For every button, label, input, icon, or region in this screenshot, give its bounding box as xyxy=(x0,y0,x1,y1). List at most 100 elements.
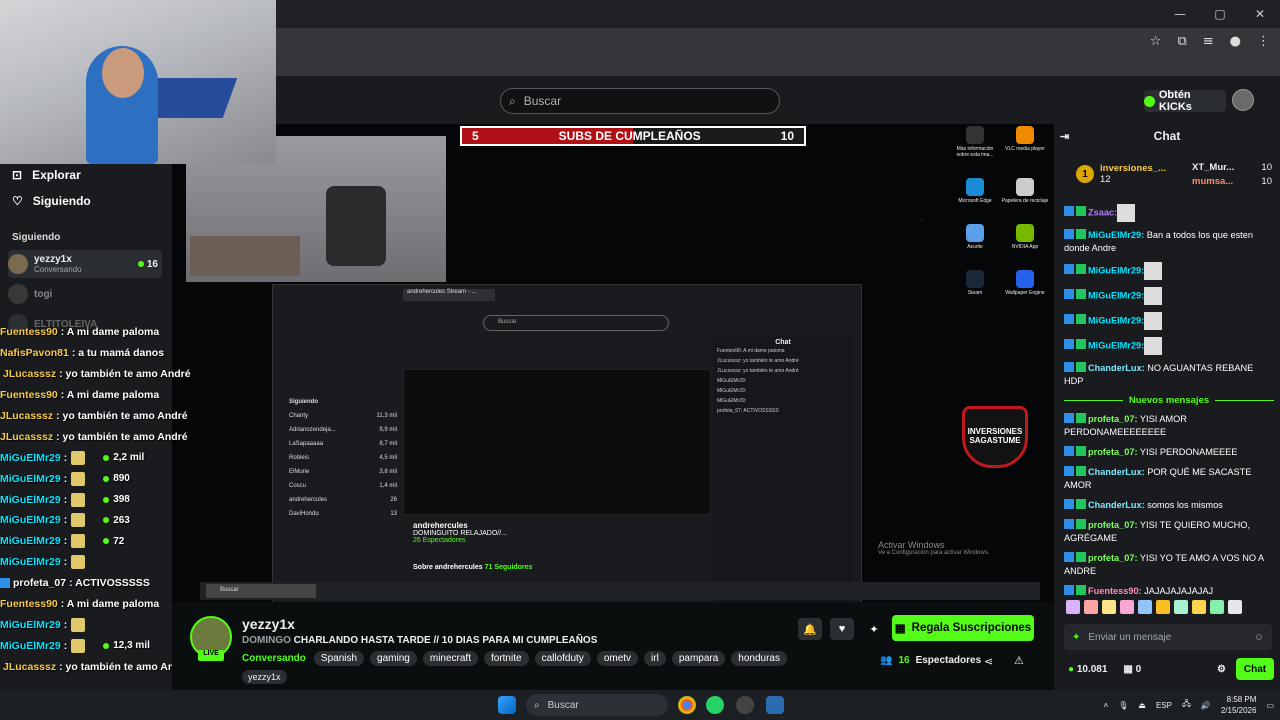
close-button[interactable]: ✕ xyxy=(1240,0,1280,28)
volume-icon[interactable]: 🔊 xyxy=(1201,701,1211,710)
chat-username[interactable]: ChanderLux: xyxy=(1088,467,1145,477)
category-link[interactable]: Conversando xyxy=(242,653,306,664)
chat-username[interactable]: Zsaac: xyxy=(1088,207,1117,217)
tag-pill[interactable]: gaming xyxy=(370,651,417,666)
tag-pill[interactable]: irl xyxy=(644,651,666,666)
emote-icon[interactable] xyxy=(1084,600,1098,614)
sidebar-item-following[interactable]: ♡ Siguiendo xyxy=(12,188,91,214)
chat-username[interactable]: MiGuElMr29: xyxy=(1088,290,1144,300)
usb-icon[interactable]: ⏏ xyxy=(1138,701,1146,710)
share-icon[interactable]: ⋖ xyxy=(984,655,993,668)
tag-pill[interactable]: minecraft xyxy=(422,651,478,666)
chat-username[interactable]: ChanderLux: xyxy=(1088,500,1145,510)
chat-message[interactable]: MiGuElMr29: xyxy=(1064,287,1274,305)
chat-message[interactable]: profeta_07: YISI TE QUIERO MUCHO, AGRÉGA… xyxy=(1064,519,1274,545)
overlay-chat-user: JLucasssz xyxy=(0,410,54,422)
desktop-icon: Azurite xyxy=(950,224,1000,250)
following-section-title: Siguiendo xyxy=(12,232,61,243)
profile-icon[interactable]: ● xyxy=(1230,34,1241,49)
collapse-chat-icon[interactable]: ⇥ xyxy=(1060,130,1069,143)
get-kicks-button[interactable]: Obtén KICKs xyxy=(1144,89,1226,113)
chat-message[interactable]: Zsaac: xyxy=(1064,204,1274,222)
windows-start-icon[interactable] xyxy=(498,696,516,714)
media-icon[interactable]: ≡ xyxy=(1203,34,1214,49)
chat-message[interactable]: MiGuElMr29: xyxy=(1064,262,1274,280)
sidebar-item-explore[interactable]: ⊡ Explorar xyxy=(12,162,91,188)
emote-icon[interactable] xyxy=(1138,600,1152,614)
minimize-button[interactable]: — xyxy=(1160,0,1200,28)
tag-pill[interactable]: pampara xyxy=(671,651,726,666)
chat-message[interactable]: MiGuElMr29: xyxy=(1064,312,1274,330)
tag-pill[interactable]: callofduty xyxy=(534,651,591,666)
chat-message-input[interactable]: ✦ Enviar un mensaje ☺ xyxy=(1064,624,1272,650)
emote-icon[interactable] xyxy=(1192,600,1206,614)
obs-icon[interactable] xyxy=(736,696,754,714)
chat-username[interactable]: ChanderLux: xyxy=(1088,363,1145,373)
new-messages-divider[interactable]: Nuevos mensajes xyxy=(1064,395,1274,406)
chat-username[interactable]: MiGuElMr29: xyxy=(1088,340,1144,350)
emote-icon[interactable] xyxy=(1174,600,1188,614)
settings-gear-icon[interactable]: ⚙ xyxy=(1217,664,1226,675)
chat-message[interactable]: MiGuElMr29: Ban a todos los que esten do… xyxy=(1064,229,1274,255)
chat-message[interactable]: ChanderLux: NO AGUANTAS REBANE HDP xyxy=(1064,362,1274,388)
chat-message[interactable]: Fuentess90: JAJAJAJAJAJAJ xyxy=(1064,585,1274,598)
language-indicator[interactable]: ESP xyxy=(1156,701,1172,710)
chat-username[interactable]: profeta_07: xyxy=(1088,414,1138,424)
maximize-button[interactable]: ▢ xyxy=(1200,0,1240,28)
notification-bell-button[interactable]: 🔔 xyxy=(798,618,822,640)
chat-message[interactable]: ChanderLux: somos los mismos xyxy=(1064,499,1274,512)
badge-icon xyxy=(1064,289,1074,300)
extensions-icon[interactable]: ⧉ xyxy=(1177,34,1186,49)
chat-username[interactable]: profeta_07: xyxy=(1088,553,1138,563)
gift-subscriptions-button[interactable]: ▦ Regala Suscripciones xyxy=(892,615,1034,641)
report-icon[interactable]: ⚠ xyxy=(1014,654,1024,667)
network-icon[interactable]: 🖧 xyxy=(1182,698,1191,712)
tag-pill[interactable]: fortnite xyxy=(483,651,529,666)
chat-username[interactable]: MiGuElMr29: xyxy=(1088,315,1144,325)
send-chat-button[interactable]: Chat xyxy=(1236,658,1274,680)
emoji-icon[interactable]: ☺ xyxy=(1254,632,1264,643)
chat-message[interactable]: MiGuElMr29: xyxy=(1064,337,1274,355)
search-input[interactable]: ⌕ Buscar xyxy=(500,88,780,114)
chat-username[interactable]: MiGuElMr29: xyxy=(1088,230,1144,240)
menu-icon[interactable]: ⋮ xyxy=(1257,34,1270,49)
whatsapp-icon[interactable] xyxy=(706,696,724,714)
sidebar-channel[interactable]: togi xyxy=(8,280,162,308)
emote-icon[interactable] xyxy=(1066,600,1080,614)
chat-message[interactable]: profeta_07: YISI AMOR PERDONAMEEEEEEEE xyxy=(1064,413,1274,439)
notepad-icon[interactable] xyxy=(766,696,784,714)
chat-message[interactable]: profeta_07: YISI YO TE AMO A VOS NO A AN… xyxy=(1064,552,1274,578)
emote-icon[interactable] xyxy=(1156,600,1170,614)
emote-icon[interactable] xyxy=(1120,600,1134,614)
microphone-icon[interactable]: 🎙 xyxy=(1118,701,1128,710)
emote-icon[interactable] xyxy=(1210,600,1224,614)
chevron-up-icon[interactable]: ˄ xyxy=(1104,701,1109,710)
notification-icon[interactable]: ▭ xyxy=(1266,701,1274,710)
chat-username[interactable]: profeta_07: xyxy=(1088,447,1138,457)
bookmark-star-icon[interactable]: ☆ xyxy=(1150,34,1162,49)
overlay-chat-message: : A mi dame paloma xyxy=(60,598,160,611)
chat-message[interactable]: ChanderLux: POR QUÉ ME SACASTE AMOR xyxy=(1064,466,1274,492)
video-player[interactable]: 5 SUBS DE CUMPLEAÑOS 10 andrehercules St… xyxy=(172,124,1054,602)
sidebar-channel[interactable]: yezzy1x Conversando 16 xyxy=(8,250,162,278)
goal-title: SUBS DE CUMPLEAÑOS xyxy=(558,129,701,143)
channel-name[interactable]: yezzy1x xyxy=(242,616,295,632)
tag-pill[interactable]: ometv xyxy=(596,651,639,666)
chrome-icon[interactable] xyxy=(678,696,696,714)
user-avatar[interactable] xyxy=(1232,89,1254,111)
chat-message[interactable]: profeta_07: YISI PERDONAMEEEE xyxy=(1064,446,1274,459)
chat-username[interactable]: profeta_07: xyxy=(1088,520,1138,530)
nested-chat-line: JLucasssz: yo también te amo André xyxy=(717,358,799,364)
chat-username[interactable]: Fuentess90: xyxy=(1088,586,1142,596)
streamer-head xyxy=(102,48,144,98)
tag-pill[interactable]: Spanish xyxy=(313,651,365,666)
clock[interactable]: 8:58 PM 2/15/2026 xyxy=(1221,694,1257,716)
follow-button[interactable]: ♥ xyxy=(830,618,854,640)
chat-username[interactable]: MiGuElMr29: xyxy=(1088,265,1144,275)
tag-pill[interactable]: honduras xyxy=(731,651,787,666)
desktop-icon: Wallpaper Engine xyxy=(1000,270,1050,296)
taskbar-search[interactable]: ⌕ Buscar xyxy=(526,694,668,716)
emote-icon[interactable] xyxy=(1228,600,1242,614)
emote-icon[interactable] xyxy=(1102,600,1116,614)
boost-button[interactable]: ✦ xyxy=(862,618,886,640)
